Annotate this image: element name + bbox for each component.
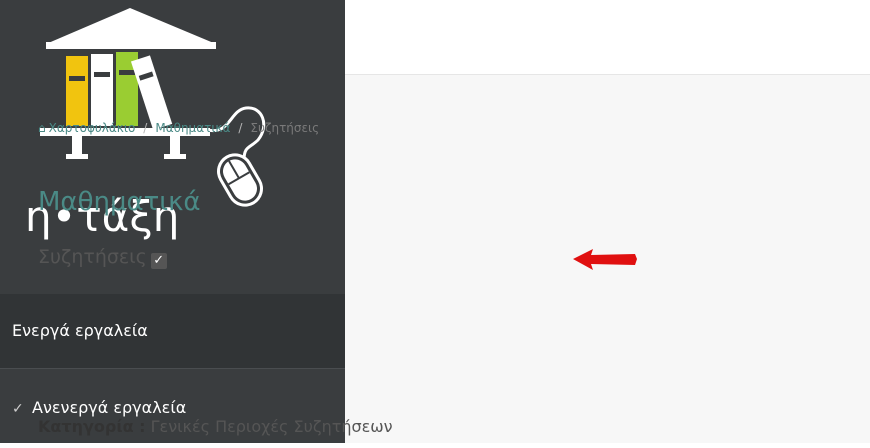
checkbox-checked-icon[interactable]: ✓ [150, 253, 167, 269]
category-label: Κατηγορία : [38, 417, 146, 436]
sidebar: η•τάξη Ενεργά εργαλεία ✓ Ανενεργά εργαλεί… [0, 0, 345, 443]
breadcrumb-separator: / [143, 121, 148, 135]
sidebar-item-label: Ανενεργά εργαλεία [32, 398, 187, 417]
breadcrumb-course-link[interactable]: Μαθηματικά [155, 121, 230, 135]
breadcrumb-separator: / [238, 121, 243, 135]
main-content [345, 0, 870, 443]
category-value: Γενικές Περιοχές Συζητήσεων [150, 417, 393, 436]
red-arrow-icon [573, 249, 637, 270]
breadcrumb-current: Συζητήσεις [250, 121, 320, 135]
page-title: Μαθηματικά [38, 187, 201, 217]
home-icon: ⌂ [38, 121, 46, 135]
breadcrumb-home-link[interactable]: Χαρτοφυλάκιο [49, 121, 136, 135]
top-bar [345, 0, 870, 75]
page-subtitle: Συζητήσεις ✓ [38, 246, 167, 269]
sidebar-item-active-tools[interactable]: Ενεργά εργαλεία [0, 294, 345, 368]
category-line: Κατηγορία : Γενικές Περιοχές Συζητήσεων [38, 417, 393, 436]
breadcrumb: ⌂ Χαρτοφυλάκιο / Μαθηματικά / Συζητήσεις [38, 121, 319, 135]
checkmark-icon: ✓ [12, 401, 24, 417]
subtitle-text: Συζητήσεις [38, 246, 147, 268]
sidebar-item-label: Ενεργά εργαλεία [12, 321, 148, 340]
